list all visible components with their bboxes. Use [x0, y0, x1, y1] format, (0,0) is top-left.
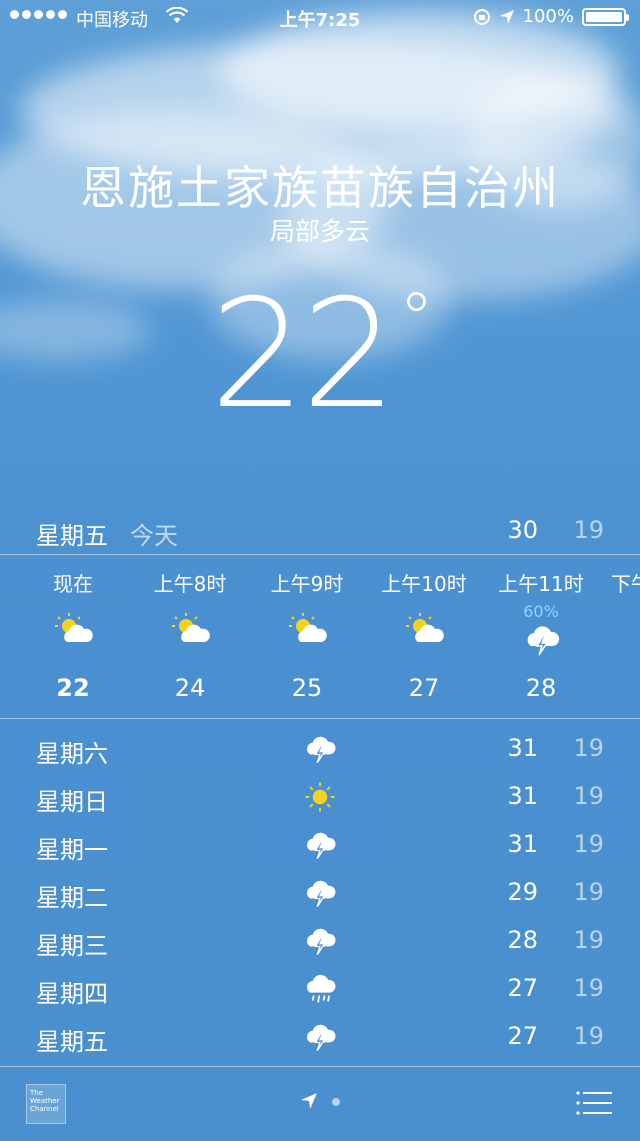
- day-high: 31: [507, 734, 538, 762]
- thunderstorm-icon: [306, 880, 336, 907]
- day-high: 31: [507, 782, 538, 810]
- day-row: 星期五 27 19: [0, 1014, 640, 1062]
- day-low: 19: [573, 1022, 604, 1050]
- today-summary: 星期五 今天 30 19: [0, 510, 640, 554]
- day-name: 星期五: [36, 1028, 108, 1056]
- partly-cloudy-icon: [289, 613, 327, 642]
- day-name: 星期日: [36, 788, 108, 816]
- daily-forecast[interactable]: 星期六 31 19 星期日 31 19 星期一 31 19 星期二 29 19 …: [0, 726, 640, 1062]
- hour-time: 现在: [53, 572, 93, 596]
- city-name: 恩施土家族苗族自治州: [80, 161, 560, 215]
- cloud-background: [0, 10, 640, 360]
- day-high: 27: [507, 974, 538, 1002]
- day-row: 星期二 29 19: [0, 870, 640, 918]
- day-high: 31: [507, 830, 538, 858]
- day-low: 19: [573, 878, 604, 906]
- degree-symbol: °: [398, 278, 434, 360]
- hour-temp: 24: [174, 674, 206, 702]
- day-low: 19: [573, 830, 604, 858]
- divider: [0, 554, 640, 555]
- battery-icon: [582, 7, 629, 26]
- condition-text: 局部多云: [269, 217, 370, 246]
- status-bar: 中国移动 上午7:25 100%: [0, 0, 640, 36]
- today-label: 今天: [130, 522, 178, 550]
- day-name: 星期三: [36, 932, 108, 960]
- day-high: 28: [507, 926, 538, 954]
- hour-time: 上午11时: [498, 572, 584, 596]
- partly-cloudy-icon: [172, 613, 210, 642]
- day-name: 星期一: [36, 836, 108, 864]
- day-high: 27: [507, 1022, 538, 1050]
- thunderstorm-icon: [527, 626, 560, 656]
- hour-temp: 28: [525, 674, 557, 702]
- thunderstorm-icon: [306, 832, 336, 859]
- thunderstorm-icon: [306, 736, 336, 763]
- divider: [0, 718, 640, 719]
- list-icon[interactable]: [576, 1090, 612, 1116]
- day-name: 星期四: [36, 980, 108, 1008]
- day-low: 19: [573, 974, 604, 1002]
- temp-value: 22: [210, 268, 397, 442]
- rotation-lock-icon: [473, 8, 490, 25]
- hour-temp: 27: [408, 674, 440, 702]
- hour-time: 上午9时: [270, 572, 344, 596]
- location-arrow-icon: [499, 9, 514, 24]
- day-row: 星期六 31 19: [0, 726, 640, 774]
- day-low: 19: [573, 782, 604, 810]
- current-temperature: 22°: [0, 268, 640, 442]
- hour-time: 下午: [611, 572, 640, 596]
- page-dot-icon[interactable]: [332, 1098, 340, 1106]
- today-high: 30: [507, 516, 538, 544]
- day-name: 星期二: [36, 884, 108, 912]
- partly-cloudy-icon: [55, 613, 93, 642]
- today-day: 星期五: [36, 522, 108, 550]
- sun-icon: [305, 782, 335, 812]
- battery-percent: 100%: [522, 6, 574, 27]
- day-row: 星期三 28 19: [0, 918, 640, 966]
- day-row: 星期日 31 19: [0, 774, 640, 822]
- hour-time: 上午10时: [381, 572, 467, 596]
- weather-channel-logo[interactable]: The Weather Channel: [26, 1084, 66, 1124]
- partly-cloudy-icon: [406, 613, 444, 642]
- location-arrow-icon[interactable]: [300, 1092, 318, 1110]
- thunderstorm-icon: [306, 928, 336, 955]
- day-low: 19: [573, 926, 604, 954]
- day-high: 29: [507, 878, 538, 906]
- rain-icon: [306, 974, 336, 1003]
- day-row: 星期一 31 19: [0, 822, 640, 870]
- day-low: 19: [573, 734, 604, 762]
- today-low: 19: [573, 516, 604, 544]
- hourly-forecast[interactable]: 现在 22 上午8时 24 上午9时 25 上午10时 27 上午11时 60%…: [0, 556, 640, 718]
- day-row: 星期四 27 19: [0, 966, 640, 1014]
- hour-temp: 22: [56, 674, 90, 702]
- hour-temp: 25: [291, 674, 323, 702]
- hour-time: 上午8时: [153, 572, 227, 596]
- bottom-toolbar: The Weather Channel: [0, 1066, 640, 1141]
- thunderstorm-icon: [306, 1024, 336, 1051]
- precip-chance: 60%: [523, 602, 559, 621]
- day-name: 星期六: [36, 740, 108, 768]
